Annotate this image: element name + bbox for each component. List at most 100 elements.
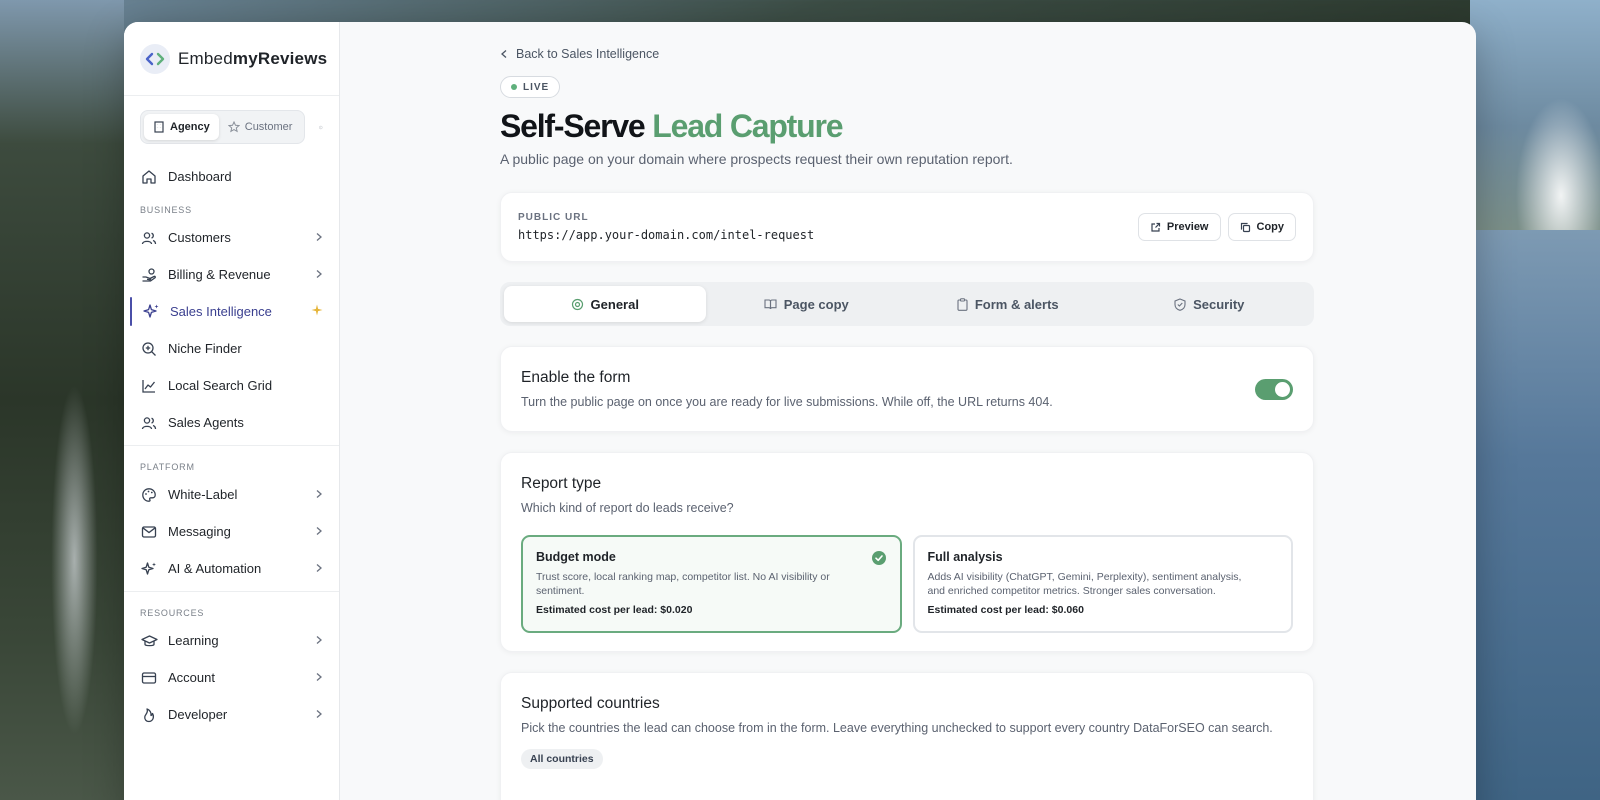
hand-coins-icon bbox=[140, 266, 158, 284]
option-description: Adds AI visibility (ChatGPT, Gemini, Per… bbox=[927, 571, 1242, 597]
report-type-card: Report type Which kind of report do lead… bbox=[500, 452, 1314, 652]
sidebar-item-label: Dashboard bbox=[168, 169, 232, 184]
external-link-icon bbox=[1151, 222, 1161, 232]
sidebar-item-label: Sales Agents bbox=[168, 415, 244, 430]
status-badge-label: LIVE bbox=[523, 81, 550, 93]
report-type-title: Report type bbox=[521, 475, 602, 492]
sidebar-item-sales-intelligence[interactable]: Sales Intelligence bbox=[124, 293, 339, 330]
section-label-business: BUSINESS bbox=[140, 205, 192, 215]
option-full-analysis[interactable]: Full analysis Adds AI visibility (ChatGP… bbox=[912, 535, 1293, 633]
tab-security[interactable]: Security bbox=[1109, 286, 1311, 322]
tab-page-copy[interactable]: Page copy bbox=[706, 286, 908, 322]
sidebar-item-label: White-Label bbox=[168, 487, 238, 502]
chevron-right-icon bbox=[315, 670, 323, 685]
tab-general[interactable]: General bbox=[504, 286, 706, 322]
chevron-right-icon bbox=[315, 707, 323, 722]
enable-form-card: Enable the form Turn the public page on … bbox=[500, 346, 1314, 432]
sparkles-icon bbox=[142, 303, 160, 321]
brand-name-prefix: Embed bbox=[178, 48, 233, 68]
supported-countries-card: Supported countries Pick the countries t… bbox=[500, 672, 1314, 800]
role-agency-label: Agency bbox=[170, 121, 210, 133]
supported-countries-title: Supported countries bbox=[521, 695, 660, 712]
option-budget-mode[interactable]: Budget mode Trust score, local ranking m… bbox=[521, 535, 902, 633]
sidebar-item-account[interactable]: Account bbox=[124, 659, 339, 696]
line-chart-icon bbox=[140, 377, 158, 395]
brand[interactable]: EmbedmyReviews bbox=[124, 22, 339, 96]
sidebar-item-ai-automation[interactable]: AI & Automation bbox=[124, 550, 339, 587]
back-link-label: Back to Sales Intelligence bbox=[516, 47, 660, 61]
mail-icon bbox=[140, 523, 158, 541]
check-circle-icon bbox=[871, 551, 886, 565]
sidebar-item-label: Developer bbox=[168, 707, 228, 722]
public-url-card: PUBLIC URL https://app.your-domain.com/i… bbox=[500, 192, 1314, 262]
tab-label: Form & alerts bbox=[974, 296, 1059, 312]
option-title: Full analysis bbox=[927, 550, 1003, 564]
divider bbox=[124, 445, 339, 446]
credit-card-icon bbox=[140, 669, 158, 687]
sidebar-item-label: Billing & Revenue bbox=[168, 267, 271, 282]
sparkles-icon bbox=[140, 560, 158, 578]
supported-countries-description: Pick the countries the lead can choose f… bbox=[521, 721, 1273, 735]
chevron-left-icon bbox=[501, 50, 507, 58]
sidebar-item-label: Learning bbox=[168, 633, 219, 648]
tab-label: Security bbox=[1193, 296, 1245, 312]
page-title-main: Self-Serve bbox=[500, 108, 646, 144]
option-cost: Estimated cost per lead: $0.020 bbox=[536, 604, 693, 616]
zoom-in-icon bbox=[140, 340, 158, 358]
copy-icon bbox=[1240, 222, 1250, 232]
copy-button[interactable]: Copy bbox=[1227, 213, 1296, 241]
role-customer-button[interactable]: Customer bbox=[219, 114, 302, 140]
info-icon[interactable] bbox=[319, 121, 323, 134]
sidebar-item-billing[interactable]: Billing & Revenue bbox=[124, 256, 339, 293]
sidebar-item-label: AI & Automation bbox=[168, 561, 262, 576]
sidebar-item-label: Account bbox=[168, 670, 215, 685]
status-badge: LIVE bbox=[500, 76, 561, 98]
option-description: Trust score, local ranking map, competit… bbox=[536, 571, 830, 597]
graduation-cap-icon bbox=[140, 632, 158, 650]
section-label-platform: PLATFORM bbox=[140, 462, 195, 472]
page-title-accent: Lead Capture bbox=[652, 108, 843, 144]
sidebar-item-white-label[interactable]: White-Label bbox=[124, 476, 339, 513]
sidebar-item-label: Sales Intelligence bbox=[170, 304, 272, 319]
sidebar-item-learning[interactable]: Learning bbox=[124, 622, 339, 659]
star-icon bbox=[227, 121, 240, 133]
users-icon bbox=[140, 229, 158, 247]
chevron-right-icon bbox=[315, 633, 323, 648]
enable-form-toggle[interactable] bbox=[1255, 378, 1293, 400]
sidebar-item-label: Local Search Grid bbox=[168, 378, 273, 393]
page-title: Self-Serve Lead Capture bbox=[500, 108, 1314, 145]
back-link[interactable]: Back to Sales Intelligence bbox=[500, 47, 1314, 61]
role-agency-button[interactable]: Agency bbox=[144, 114, 219, 140]
sidebar-item-local-search-grid[interactable]: Local Search Grid bbox=[124, 367, 339, 404]
all-countries-chip[interactable]: All countries bbox=[521, 749, 603, 769]
sidebar-item-niche-finder[interactable]: Niche Finder bbox=[124, 330, 339, 367]
content-column: Back to Sales Intelligence LIVE Self-Ser… bbox=[500, 22, 1314, 800]
role-switch: Agency Customer bbox=[140, 110, 306, 144]
preview-button[interactable]: Preview bbox=[1137, 213, 1221, 241]
tab-form-alerts[interactable]: Form & alerts bbox=[907, 286, 1109, 322]
sparkle-star-icon bbox=[311, 304, 323, 319]
public-url-label: PUBLIC URL bbox=[518, 212, 589, 223]
settings-icon bbox=[571, 298, 583, 310]
settings-tabs: General Page copy Form & alerts Security bbox=[500, 282, 1314, 326]
sidebar-item-customers[interactable]: Customers bbox=[124, 219, 339, 256]
sidebar-item-sales-agents[interactable]: Sales Agents bbox=[124, 404, 339, 441]
sidebar-item-dashboard[interactable]: Dashboard bbox=[124, 158, 339, 195]
sidebar-item-label: Customers bbox=[168, 230, 231, 245]
sidebar-item-label: Messaging bbox=[168, 524, 231, 539]
background-left bbox=[0, 0, 124, 800]
public-url-value[interactable]: https://app.your-domain.com/intel-reques… bbox=[518, 228, 1131, 242]
book-icon bbox=[764, 299, 777, 310]
sidebar-item-messaging[interactable]: Messaging bbox=[124, 513, 339, 550]
chevron-right-icon bbox=[315, 561, 323, 576]
app-window: EmbedmyReviews Agency Customer Dashboard… bbox=[124, 22, 1476, 800]
logo-icon bbox=[140, 43, 170, 74]
chevron-right-icon bbox=[315, 267, 323, 282]
report-type-options: Budget mode Trust score, local ranking m… bbox=[521, 535, 1293, 633]
chevron-right-icon bbox=[315, 230, 323, 245]
sidebar-item-developer[interactable]: Developer bbox=[124, 696, 339, 733]
tab-label: Page copy bbox=[783, 296, 849, 312]
chevron-right-icon bbox=[315, 524, 323, 539]
public-url-info: PUBLIC URL https://app.your-domain.com/i… bbox=[518, 212, 1131, 242]
tab-label: General bbox=[590, 296, 639, 312]
